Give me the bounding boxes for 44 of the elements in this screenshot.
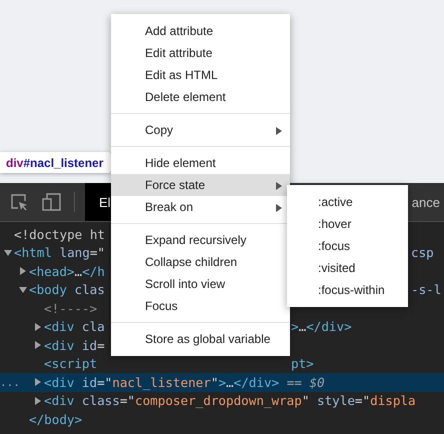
code-line[interactable]: <div id= [44,338,105,353]
menu-item[interactable]: :active [287,191,408,213]
menu-item[interactable]: Scroll into view [111,273,290,295]
code-line[interactable]: <div cla [44,319,105,334]
menu-item[interactable]: :visited [287,257,408,279]
code-line[interactable]: <script [44,356,98,372]
inspect-icon[interactable] [10,193,28,211]
code-line-fragment: -s-l [411,282,442,298]
menu-item[interactable]: :focus [287,235,408,257]
menu-item[interactable]: Edit as HTML [111,64,290,86]
code-line-fragment: csp [411,245,434,260]
caret-right-icon[interactable] [19,267,27,276]
caret-right-icon[interactable] [34,396,42,405]
caret-right-icon[interactable] [34,341,42,350]
code-line[interactable]: <head>…</h [29,264,105,279]
code-line[interactable]: <!doctype ht [14,226,105,242]
caret-right-icon[interactable] [34,378,42,386]
menu-item[interactable]: :hover [287,213,408,235]
element-tooltip: div#nacl_listener [0,152,112,173]
menu-item[interactable]: Collapse children [111,251,290,273]
panel-tab[interactable]: ance [412,183,444,221]
menu-item[interactable]: :focus-within [287,279,408,301]
caret-down-icon[interactable] [4,248,12,257]
caret-right-icon[interactable] [34,322,42,331]
more-marker[interactable]: ... [0,376,20,389]
caret-down-icon[interactable] [19,286,27,294]
menu-item[interactable]: Expand recursively [111,229,290,251]
device-icon[interactable] [42,193,62,211]
menu-item[interactable]: Hide element [111,152,290,174]
code-line[interactable]: <div id="nacl_listener">…</div> == $0 [44,374,325,390]
code-line-fragment: >…</div> [291,319,352,334]
menu-item[interactable]: Edit attribute [111,42,290,64]
code-line[interactable]: <!----> [44,300,98,316]
code-line[interactable]: </body> [29,412,82,427]
menu-item[interactable]: Add attribute [111,20,290,42]
menu-item[interactable]: Store as global variable [111,328,290,350]
menu-item[interactable]: Force state [111,174,290,196]
menu-item[interactable]: Focus [111,295,290,317]
menu-item[interactable]: Delete element [111,86,290,108]
menu-item[interactable]: Copy [111,119,290,141]
code-line-fragment: pt> [291,356,314,372]
code-line[interactable]: <body clas [29,282,105,298]
code-line[interactable]: <div class="composer_dropdown_wrap" style="displa [44,393,416,408]
code-line[interactable]: <html lang=" [14,245,106,260]
